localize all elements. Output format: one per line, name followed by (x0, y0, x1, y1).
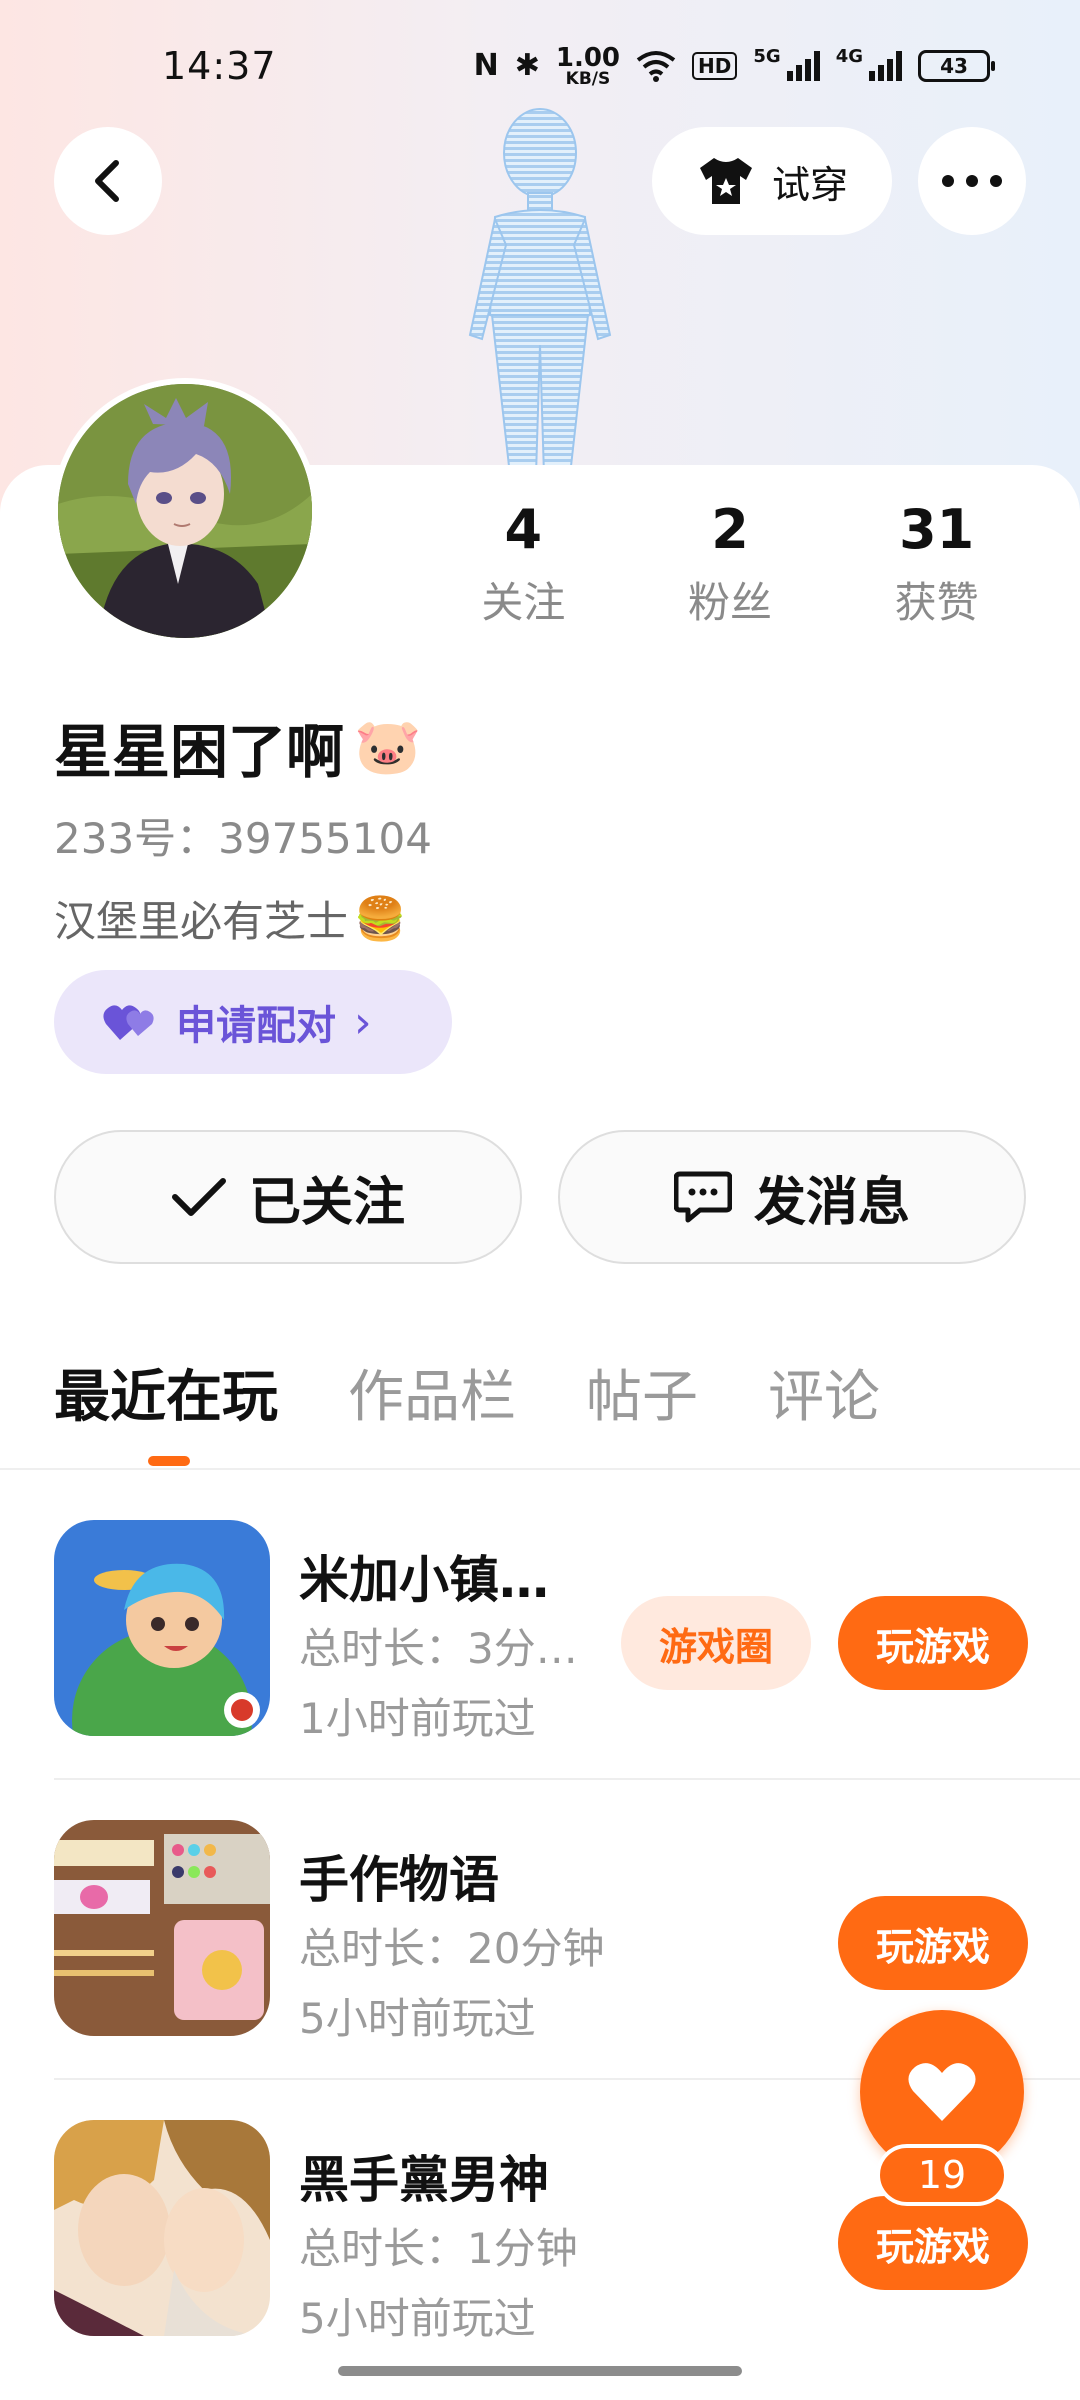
chevron-left-icon (95, 160, 119, 202)
hd-voice-icon: HD (692, 52, 738, 81)
stat-value: 2 (711, 498, 749, 561)
wifi-icon (636, 51, 676, 83)
user-id: 233号：39755104 (54, 814, 432, 863)
stat-value: 4 (504, 498, 543, 561)
game-icon-handmade-story[interactable] (54, 1820, 270, 2036)
signal-bars-icon (786, 51, 820, 82)
checkmark-icon (171, 1178, 226, 1216)
game-icon-miga-town[interactable] (54, 1520, 270, 1736)
battery-level: 43 (940, 54, 968, 79)
followed-label: 已关注 (248, 1172, 405, 1233)
game-icon-mafia-boyfriend[interactable] (54, 2120, 270, 2336)
stat-label: 粉丝 (688, 578, 773, 628)
try-on-label: 试穿 (771, 162, 848, 207)
followed-button[interactable]: 已关注 (54, 1130, 522, 1264)
network-speed-unit: KB/S (565, 68, 611, 89)
network-5g-label: 5G (753, 46, 781, 67)
stat-following[interactable]: 4 关注 (420, 500, 627, 630)
stat-followers[interactable]: 2 粉丝 (627, 500, 834, 630)
stat-likes[interactable]: 31 获赞 (833, 500, 1040, 630)
signal-bars-icon (869, 51, 902, 82)
status-icons: N ✱ 1.00 KB/S HD 5G 4G 43 (473, 43, 995, 89)
home-indicator (338, 2366, 742, 2376)
game-duration: 总时长：20分钟 (299, 1924, 605, 1973)
status-bar: 14:37 N ✱ 1.00 KB/S HD 5G 4G 43 (0, 0, 1080, 130)
nickname-text: 星星困了啊 (54, 718, 345, 786)
play-game-button[interactable]: 玩游戏 (838, 1896, 1028, 1990)
more-button[interactable] (918, 127, 1026, 235)
tab-posts[interactable]: 帖子 (586, 1352, 698, 1433)
try-on-button[interactable]: 试穿 (652, 127, 892, 235)
profile-nickname: 星星困了啊 🐷 (54, 705, 421, 789)
profile-bio: 汉堡里必有芝士 🍔 (54, 888, 406, 949)
status-time: 14:37 (162, 44, 277, 88)
chat-bubble-icon (673, 1171, 732, 1223)
back-button[interactable] (54, 127, 162, 235)
game-last-played: 5小时前玩过 (299, 2294, 536, 2343)
handmade-story-icon (54, 1820, 270, 2036)
tab-divider (0, 1468, 1080, 1470)
game-last-played: 1小时前玩过 (299, 1694, 536, 1743)
tab-works[interactable]: 作品栏 (348, 1352, 516, 1433)
game-duration: 总时长：1分钟 (299, 2224, 578, 2273)
game-circle-button[interactable]: 游戏圈 (621, 1596, 811, 1690)
game-last-played: 5小时前玩过 (299, 1994, 536, 2043)
pairing-label: 申请配对 (176, 1003, 336, 1049)
like-count-badge: 19 (876, 2144, 1008, 2206)
heart-icon (908, 2063, 976, 2121)
play-game-button[interactable]: 玩游戏 (838, 2196, 1028, 2290)
bio-text: 汉堡里必有芝士 (54, 897, 349, 946)
profile-stats: 4 关注 2 粉丝 31 获赞 (420, 500, 1040, 630)
pig-emoji-icon: 🐷 (354, 715, 422, 778)
nfc-icon: N (473, 48, 499, 84)
more-dots-icon (942, 175, 1002, 187)
game-duration: 总时长：3分… (299, 1624, 578, 1673)
game-name: 米加小镇… (299, 1551, 549, 1609)
chevron-right-icon: › (354, 996, 372, 1048)
stat-value: 31 (899, 498, 975, 561)
message-label: 发消息 (753, 1172, 910, 1233)
stat-label: 获赞 (894, 578, 979, 628)
miga-town-icon (54, 1520, 270, 1736)
avatar-3d-hologram (468, 108, 612, 475)
mafia-boyfriend-icon (54, 2120, 270, 2336)
play-game-button[interactable]: 玩游戏 (838, 1596, 1028, 1690)
burger-emoji-icon: 🍔 (354, 893, 407, 943)
send-message-button[interactable]: 发消息 (558, 1130, 1026, 1264)
game-name: 手作物语 (299, 1851, 499, 1909)
double-heart-icon (103, 1005, 154, 1040)
tab-recently-played[interactable]: 最近在玩 (54, 1352, 278, 1433)
network-4g-label: 4G (835, 46, 863, 67)
list-item-game[interactable]: 米加小镇… 总时长：3分… 1小时前玩过 游戏圈 玩游戏 (54, 1480, 1080, 1780)
bluetooth-icon: ✱ (514, 48, 540, 84)
network-speed: 1.00 KB/S (555, 43, 621, 89)
avatar[interactable] (52, 378, 318, 644)
battery-icon: 43 (918, 50, 995, 83)
profile-tabs: 最近在玩 作品栏 帖子 评论 (54, 1352, 880, 1433)
stat-label: 关注 (481, 578, 566, 628)
avatar-anime-boy-image (58, 384, 312, 638)
network-speed-value: 1.00 (555, 43, 621, 73)
tshirt-icon (699, 158, 752, 204)
tab-comments[interactable]: 评论 (768, 1352, 880, 1433)
game-name: 黑手黨男神 (299, 2151, 549, 2209)
apply-pairing-button[interactable]: 申请配对 › (54, 970, 452, 1074)
active-tab-indicator (148, 1456, 190, 1466)
